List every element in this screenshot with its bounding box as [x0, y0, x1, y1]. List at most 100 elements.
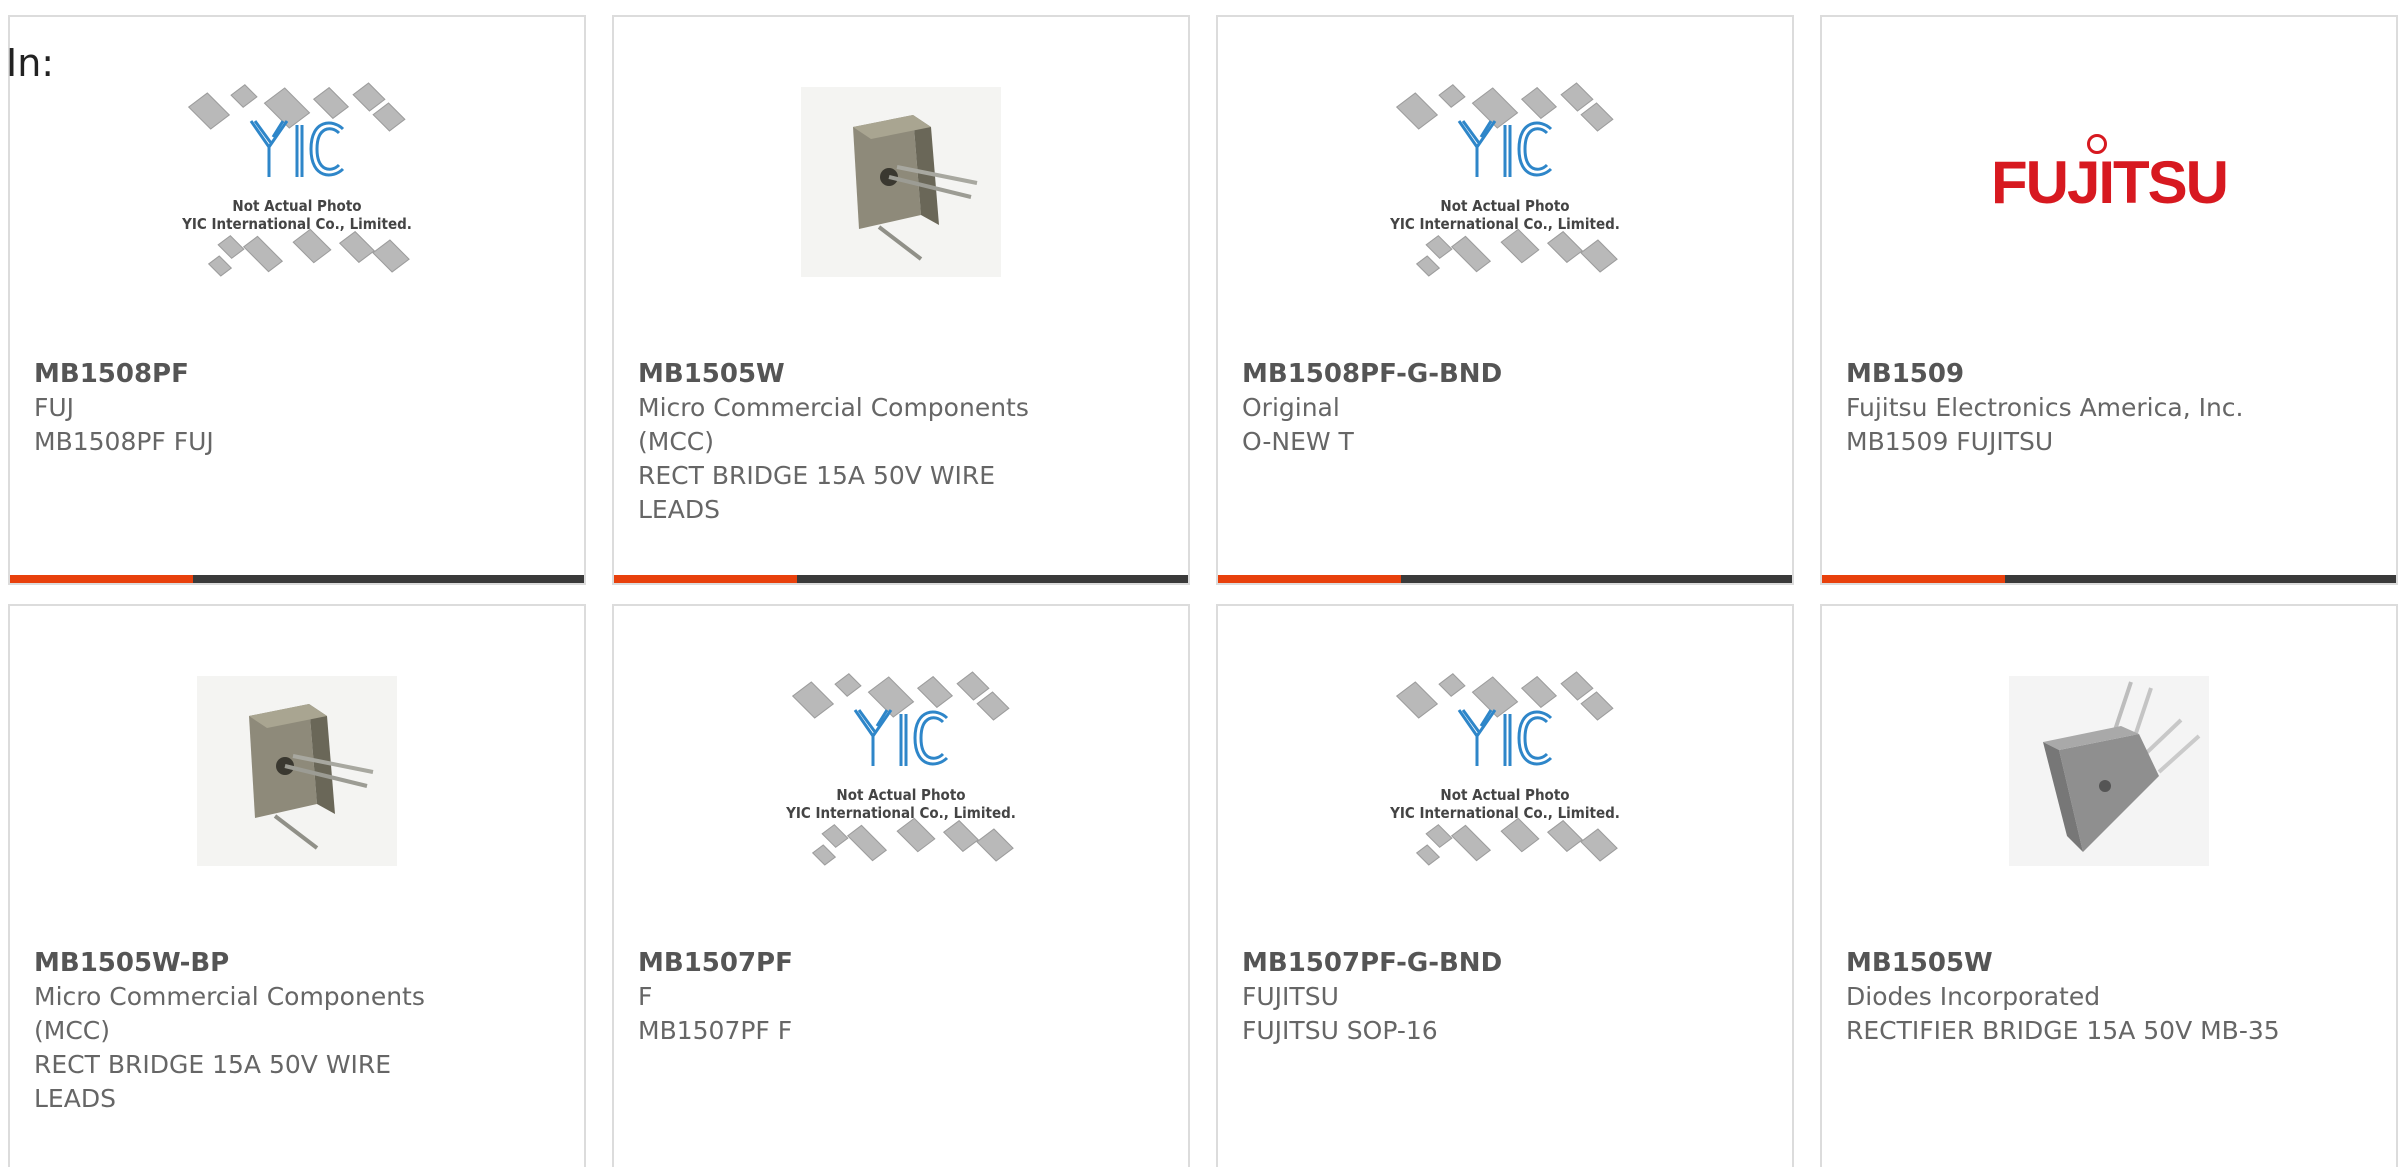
yic-placeholder-icon: Not Actual Photo YIC International Co., L…: [769, 658, 1033, 898]
chip-thumbnail-icon: [1580, 102, 1614, 132]
product-manufacturer: Micro Commercial Components (MCC): [638, 393, 1029, 456]
product-card[interactable]: MB1505W Diodes Incorporated RECTIFIER BR…: [1820, 604, 2398, 1167]
chip-thumbnail-icon: [943, 820, 979, 852]
chip-thumbnail-icon: [1521, 676, 1557, 708]
chip-thumbnail-icon: [1521, 87, 1557, 119]
chip-thumbnail-icon: [372, 239, 410, 273]
product-manufacturer: Micro Commercial Components (MCC): [34, 982, 425, 1045]
chip-thumbnail-icon: [217, 235, 245, 259]
product-info: MB1508PF FUJ MB1508PF FUJ: [34, 357, 474, 459]
placeholder-caption: Not Actual Photo YIC International Co., L…: [1373, 786, 1637, 822]
placeholder-caption-line2: YIC International Co., Limited.: [1390, 804, 1620, 822]
bridge-rectifier-gray-photo-icon: [2009, 676, 2209, 866]
product-manufacturer: Diodes Incorporated: [1846, 982, 2101, 1011]
chip-thumbnail-icon: [792, 681, 834, 719]
product-image[interactable]: Not Actual Photo YIC International Co., L…: [1218, 17, 1792, 347]
chip-thumbnail-icon: [1396, 92, 1438, 130]
product-part-number[interactable]: MB1507PF-G-BND: [1242, 946, 1682, 980]
product-manufacturer: FUJITSU: [1242, 982, 1339, 1011]
chip-thumbnail-icon: [1547, 231, 1583, 263]
product-card[interactable]: FUJITSU MB1509 Fujitsu Electronics Ameri…: [1820, 15, 2398, 585]
product-manufacturer: FUJ: [34, 393, 75, 422]
placeholder-caption: Not Actual Photo YIC International Co., L…: [1373, 197, 1637, 233]
chip-thumbnail-icon: [313, 87, 349, 119]
placeholder-caption-line2: YIC International Co., Limited.: [1390, 215, 1620, 233]
bridge-rectifier-photo-icon: [197, 676, 397, 866]
product-part-number[interactable]: MB1509: [1846, 357, 2286, 391]
chip-thumbnail-icon: [821, 824, 849, 848]
product-manufacturer: Original: [1242, 393, 1340, 422]
placeholder-caption-line1: Not Actual Photo: [836, 786, 966, 804]
filter-in-label: In:: [6, 41, 55, 85]
chip-thumbnail-icon: [847, 824, 887, 862]
chip-thumbnail-icon: [1425, 824, 1453, 848]
product-grid-page: In: Not Actual Photo YIC International Co…: [0, 0, 2400, 1167]
product-info: MB1507PF-G-BND FUJITSU FUJITSU SOP-16: [1242, 946, 1682, 1048]
card-accent-bar: [614, 575, 1188, 583]
chip-thumbnail-icon: [976, 828, 1014, 862]
product-card[interactable]: MB1505W Micro Commercial Components (MCC…: [612, 15, 1190, 585]
product-info: MB1505W Micro Commercial Components (MCC…: [638, 357, 1078, 527]
product-description: RECT BRIDGE 15A 50V WIRE LEADS: [34, 1050, 392, 1113]
product-part-number[interactable]: MB1505W-BP: [34, 946, 474, 980]
product-info: MB1505W Diodes Incorporated RECTIFIER BR…: [1846, 946, 2286, 1048]
chip-thumbnail-icon: [292, 228, 332, 264]
product-card[interactable]: Not Actual Photo YIC International Co., L…: [8, 15, 586, 585]
fujitsu-logo-icon: FUJITSU: [1991, 133, 2229, 217]
chip-thumbnail-icon: [1425, 235, 1453, 259]
product-part-number[interactable]: MB1508PF-G-BND: [1242, 357, 1682, 391]
product-card[interactable]: Not Actual Photo YIC International Co., L…: [1216, 15, 1794, 585]
product-card[interactable]: MB1505W-BP Micro Commercial Components (…: [8, 604, 586, 1167]
product-info: MB1508PF-G-BND Original O-NEW T: [1242, 357, 1682, 459]
yic-placeholder-icon: Not Actual Photo YIC International Co., L…: [165, 69, 429, 309]
product-part-number[interactable]: MB1508PF: [34, 357, 474, 391]
product-manufacturer: Fujitsu Electronics America, Inc.: [1846, 393, 2244, 422]
chip-thumbnail-icon: [339, 231, 375, 263]
chip-thumbnail-icon: [1451, 235, 1491, 273]
chip-thumbnail-icon: [1451, 824, 1491, 862]
chip-thumbnail-icon: [230, 84, 258, 108]
product-card[interactable]: Not Actual Photo YIC International Co., L…: [1216, 604, 1794, 1167]
product-info: MB1505W-BP Micro Commercial Components (…: [34, 946, 474, 1116]
product-description: MB1509 FUJITSU: [1846, 427, 2054, 456]
product-image[interactable]: FUJITSU: [1822, 17, 2396, 347]
yic-placeholder-icon: Not Actual Photo YIC International Co., L…: [1373, 658, 1637, 898]
placeholder-caption-line2: YIC International Co., Limited.: [786, 804, 1016, 822]
chip-thumbnail-icon: [1580, 828, 1618, 862]
chip-thumbnail-icon: [1438, 673, 1466, 697]
product-image[interactable]: [10, 606, 584, 936]
product-image[interactable]: Not Actual Photo YIC International Co., L…: [614, 606, 1188, 936]
chip-thumbnail-icon: [1415, 255, 1441, 277]
placeholder-caption-line1: Not Actual Photo: [1440, 197, 1570, 215]
yic-logo-icon: [1457, 709, 1553, 766]
product-description: RECT BRIDGE 15A 50V WIRE LEADS: [638, 461, 996, 524]
chip-thumbnail-icon: [188, 92, 230, 130]
chip-thumbnail-icon: [1438, 84, 1466, 108]
chip-thumbnail-icon: [1580, 239, 1618, 273]
product-image[interactable]: Not Actual Photo YIC International Co., L…: [10, 17, 584, 347]
chip-thumbnail-icon: [1547, 820, 1583, 852]
chip-thumbnail-icon: [1415, 844, 1441, 866]
product-description: FUJITSU SOP-16: [1242, 1016, 1438, 1045]
chip-thumbnail-icon: [811, 844, 837, 866]
yic-logo-icon: [853, 709, 949, 766]
product-image[interactable]: [614, 17, 1188, 347]
product-image[interactable]: Not Actual Photo YIC International Co., L…: [1218, 606, 1792, 936]
yic-placeholder-icon: Not Actual Photo YIC International Co., L…: [1373, 69, 1637, 309]
chip-thumbnail-icon: [896, 817, 936, 853]
yic-logo-icon: [1457, 120, 1553, 177]
product-card[interactable]: Not Actual Photo YIC International Co., L…: [612, 604, 1190, 1167]
product-image[interactable]: [1822, 606, 2396, 936]
placeholder-caption-line1: Not Actual Photo: [1440, 786, 1570, 804]
card-accent-bar: [1218, 575, 1792, 583]
chip-thumbnail-icon: [1500, 817, 1540, 853]
chip-thumbnail-icon: [207, 255, 233, 277]
chip-thumbnail-icon: [372, 102, 406, 132]
product-part-number[interactable]: MB1505W: [638, 357, 1078, 391]
product-description: MB1507PF F: [638, 1016, 793, 1045]
product-part-number[interactable]: MB1505W: [1846, 946, 2286, 980]
product-description: MB1508PF FUJ: [34, 427, 214, 456]
placeholder-caption-line2: YIC International Co., Limited.: [182, 215, 412, 233]
product-part-number[interactable]: MB1507PF: [638, 946, 1078, 980]
product-description: RECTIFIER BRIDGE 15A 50V MB-35: [1846, 1016, 2280, 1045]
